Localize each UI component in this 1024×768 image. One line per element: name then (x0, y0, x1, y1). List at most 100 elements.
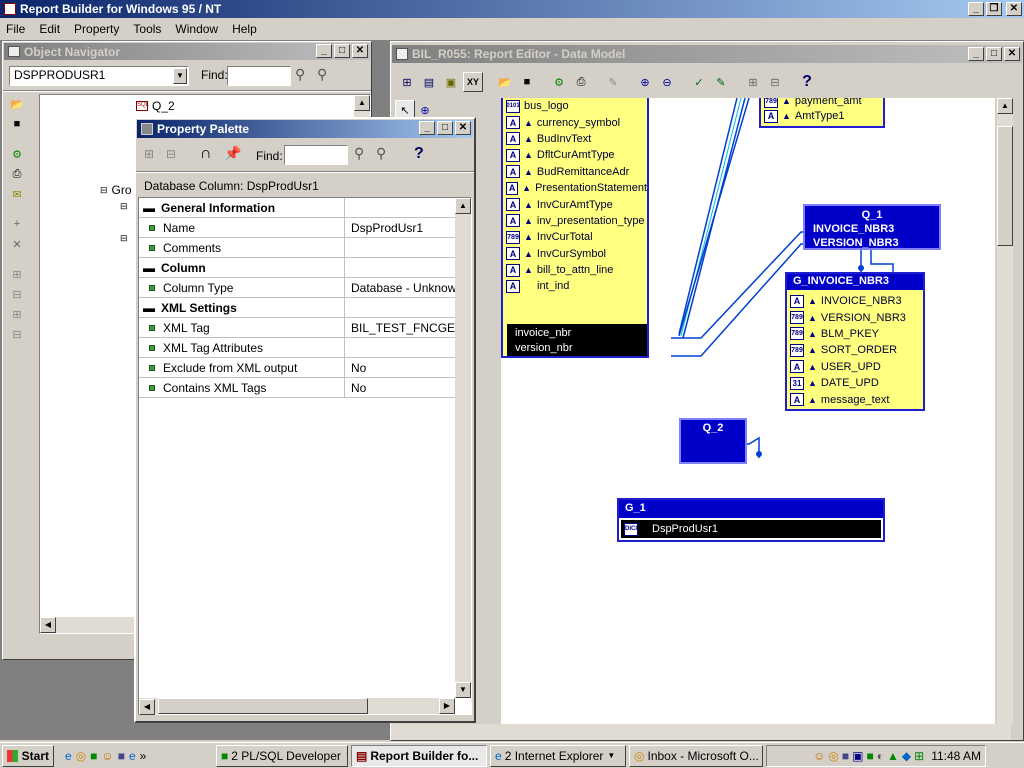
task-report-builder[interactable]: ▤ Report Builder fo... (351, 744, 487, 767)
tray-icon[interactable]: ◎ (828, 749, 838, 763)
editor-vscroll[interactable]: ▲ (997, 98, 1013, 724)
maximize-icon[interactable]: □ (437, 121, 453, 135)
menu-help[interactable]: Help (232, 22, 257, 36)
expand-icon[interactable]: ⊞ (144, 147, 154, 161)
property-row-exclude-xml[interactable]: Exclude from XML output No (139, 358, 471, 378)
find-next-icon[interactable]: ⚲ (376, 145, 386, 162)
palette-vscroll[interactable]: ▲ ▼ (455, 198, 471, 698)
outlook-icon[interactable]: ◎ (76, 749, 86, 763)
open-icon[interactable]: 📂 (495, 72, 515, 92)
save-icon[interactable]: ■ (517, 72, 537, 92)
property-row-name[interactable]: Name DspProdUsr1 (139, 218, 471, 238)
list-item[interactable]: Aint_ind (503, 278, 647, 294)
scroll-up-icon[interactable]: ▲ (354, 95, 370, 111)
list-item[interactable]: A ▲ AmtType1 (761, 108, 883, 124)
section-xml[interactable]: ▬ XML Settings (139, 298, 471, 318)
delete-icon[interactable]: ✕ (7, 234, 27, 254)
help-icon[interactable]: ? (797, 72, 817, 92)
list-item[interactable]: A ▲ InvCurAmtType (503, 196, 647, 212)
expand-all-icon[interactable]: ⊞ (7, 304, 27, 324)
close-icon[interactable]: ✕ (455, 121, 471, 135)
close-icon[interactable]: ✕ (1004, 47, 1020, 61)
zoom-in-icon[interactable]: ⊕ (635, 72, 655, 92)
collapse-all-icon[interactable]: ⊟ (7, 324, 27, 344)
zoom-out-icon[interactable]: ⊖ (657, 72, 677, 92)
ie-icon[interactable]: e (129, 749, 136, 763)
maximize-icon[interactable]: □ (986, 47, 1002, 61)
tray-icon[interactable]: ◐ (877, 749, 884, 763)
collapse-icon[interactable]: ⊟ (7, 284, 27, 304)
query-box-q2[interactable]: Q_2 (679, 418, 747, 464)
list-item[interactable]: A ▲ inv_presentation_type (503, 213, 647, 229)
task-plsql[interactable]: ■ 2 PL/SQL Developer ▼ (216, 744, 348, 767)
list-item[interactable]: 31 ▲ DATE_UPD (787, 375, 923, 391)
palette-hscroll[interactable]: ◀ ▶ (139, 698, 455, 715)
list-item[interactable]: A ▲ DfltCurAmtType (503, 147, 647, 163)
navigator-find-input[interactable] (227, 66, 291, 86)
list-item[interactable]: 789 ▲ InvCurTotal (503, 229, 647, 245)
link-column-version[interactable]: version_nbr (515, 341, 639, 356)
tray-icon[interactable]: ⊞ (914, 749, 924, 763)
group-box-invoice[interactable]: G_INVOICE_NBR3 A ▲ INVOICE_NBR3 789 ▲ VERSIO… (785, 272, 925, 411)
tree-node-icon[interactable]: ⊟ (120, 201, 128, 212)
task-ie[interactable]: e 2 Internet Explorer ▼ (490, 744, 626, 767)
tools-icon[interactable]: ✎ (603, 72, 623, 92)
open-icon[interactable]: 📂 (7, 94, 27, 114)
property-row-comments[interactable]: Comments (139, 238, 471, 258)
chevron-right-icon[interactable]: » (140, 749, 147, 763)
start-button[interactable]: Start (2, 744, 54, 767)
minimize-icon[interactable]: _ (968, 2, 984, 16)
find-previous-icon[interactable]: ⚲ (354, 145, 364, 162)
collapse-icon[interactable]: ▬ (143, 261, 155, 275)
list-item[interactable]: A ▲ PresentationStatement (503, 180, 647, 196)
group-box-payment[interactable]: 789 ▲ payment_amt A ▲ AmtType1 (759, 98, 885, 128)
chevron-down-icon[interactable]: ▼ (173, 68, 187, 84)
list-item[interactable]: A ▲ BudRemittanceAdr (503, 164, 647, 180)
list-item[interactable]: 0101 bus_logo (503, 98, 647, 114)
scroll-right-icon[interactable]: ▶ (439, 698, 455, 714)
xy-icon[interactable]: XY (463, 72, 483, 92)
tree-item-groups[interactable]: ⊟ Gro (100, 183, 132, 197)
web-source-icon[interactable]: ▤ (419, 72, 439, 92)
scroll-thumb[interactable] (997, 126, 1013, 246)
property-grid[interactable]: ▬ General Information Name DspProdUsr1 Com… (138, 197, 472, 715)
restore-icon[interactable]: ❐ (986, 2, 1002, 16)
list-item[interactable]: 789 ▲ BLM_PKEY (787, 326, 923, 342)
list-item[interactable]: A ▲ BudInvText (503, 131, 647, 147)
scroll-left-icon[interactable]: ◀ (139, 699, 155, 715)
app-icon[interactable]: ■ (90, 749, 97, 763)
section-general[interactable]: ▬ General Information (139, 198, 471, 218)
run-icon[interactable]: ⚙ (549, 72, 569, 92)
scroll-up-icon[interactable]: ▲ (997, 98, 1013, 114)
menu-property[interactable]: Property (74, 22, 119, 36)
tray-icon[interactable]: ▲ (887, 749, 899, 763)
menu-window[interactable]: Window (175, 22, 218, 36)
expand-icon[interactable]: ⊞ (743, 72, 763, 92)
list-item[interactable]: 789 ▲ SORT_ORDER (787, 342, 923, 358)
list-item[interactable]: 789 ▲ payment_amt (761, 98, 883, 108)
property-row-column-type[interactable]: Column Type Database - Unknown (139, 278, 471, 298)
scroll-up-icon[interactable]: ▲ (455, 198, 471, 214)
tray-icon[interactable]: ▣ (852, 749, 863, 763)
collapse-icon[interactable]: ▬ (143, 301, 155, 315)
find-previous-icon[interactable]: ⚲ (295, 66, 305, 83)
group-box-g1[interactable]: G_1 DICI DspProdUsr1 (617, 498, 885, 542)
menu-edit[interactable]: Edit (39, 22, 60, 36)
find-next-icon[interactable]: ⚲ (317, 66, 327, 83)
tray-icon[interactable]: ◆ (902, 749, 911, 763)
minimize-icon[interactable]: _ (316, 44, 332, 58)
close-icon[interactable]: ✕ (1006, 2, 1022, 16)
pin-icon[interactable]: 📌 (224, 145, 241, 162)
union-icon[interactable]: ∩ (200, 145, 212, 163)
print-icon[interactable]: ⎙ (571, 72, 591, 92)
ie-icon[interactable]: e (65, 749, 72, 763)
list-item[interactable]: DICI DspProdUsr1 (621, 520, 881, 538)
section-column[interactable]: ▬ Column (139, 258, 471, 278)
list-item[interactable]: A ▲ bill_to_attn_line (503, 262, 647, 278)
tray-icon[interactable]: ■ (867, 749, 874, 763)
menu-file[interactable]: File (6, 22, 25, 36)
create-icon[interactable]: + (7, 214, 27, 234)
navigator-combo[interactable]: DSPPRODUSR1 ▼ (9, 66, 189, 86)
palette-find-input[interactable] (284, 145, 348, 165)
scroll-left-icon[interactable]: ◀ (40, 617, 56, 633)
